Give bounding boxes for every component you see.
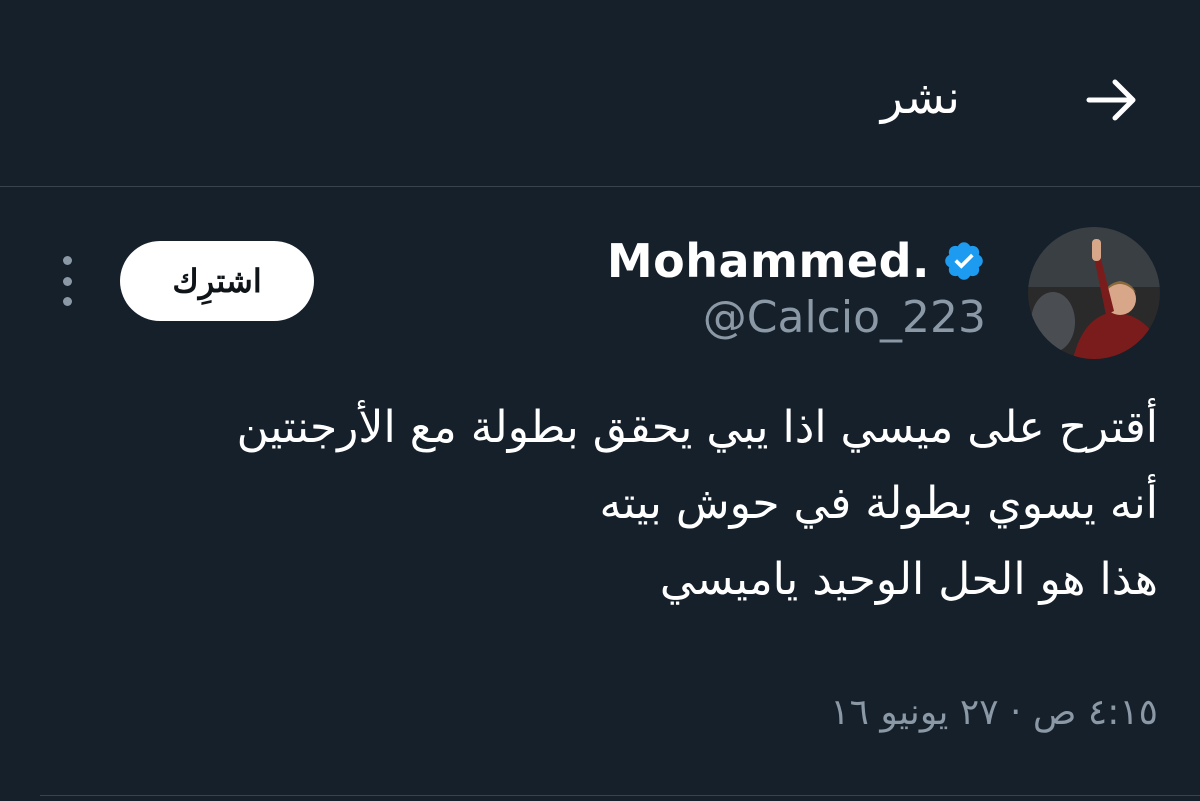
tweet-line: أنه يسوي بطولة في حوش بيته: [599, 478, 1158, 529]
avatar-photo: [1028, 227, 1160, 359]
author-name-row: Mohammed.: [607, 228, 986, 294]
avatar[interactable]: [1028, 227, 1160, 359]
divider: [0, 186, 1200, 187]
dot: [62, 256, 72, 265]
back-button[interactable]: [1082, 70, 1142, 130]
subscribe-button[interactable]: اشترِك: [120, 241, 314, 321]
dot: [62, 276, 72, 286]
tweet-line: هذا هو الحل الوحيد ياميسي: [659, 554, 1158, 605]
dot: [62, 297, 72, 306]
display-name[interactable]: Mohammed.: [607, 234, 930, 288]
divider: [40, 795, 1200, 796]
arrow-right-icon: [1086, 79, 1136, 121]
author-handle[interactable]: @Calcio_223: [703, 292, 986, 343]
tweet-text: أقترح على ميسي اذا يبي يحقق بطولة مع الأ…: [58, 390, 1158, 618]
tweet-page: نشر Mohammed. @Calcio_223 اشترِك أقترح ع…: [0, 0, 1200, 801]
top-bar: نشر: [0, 0, 1200, 187]
page-title: نشر: [880, 70, 960, 124]
verified-badge-icon[interactable]: [942, 239, 986, 283]
tweet-timestamp[interactable]: ٤:١٥ ص · ٢٧ يونيو ١٦: [830, 692, 1158, 733]
tweet-line: أقترح على ميسي اذا يبي يحقق بطولة مع الأ…: [236, 402, 1158, 453]
more-vertical-icon[interactable]: [50, 256, 84, 306]
